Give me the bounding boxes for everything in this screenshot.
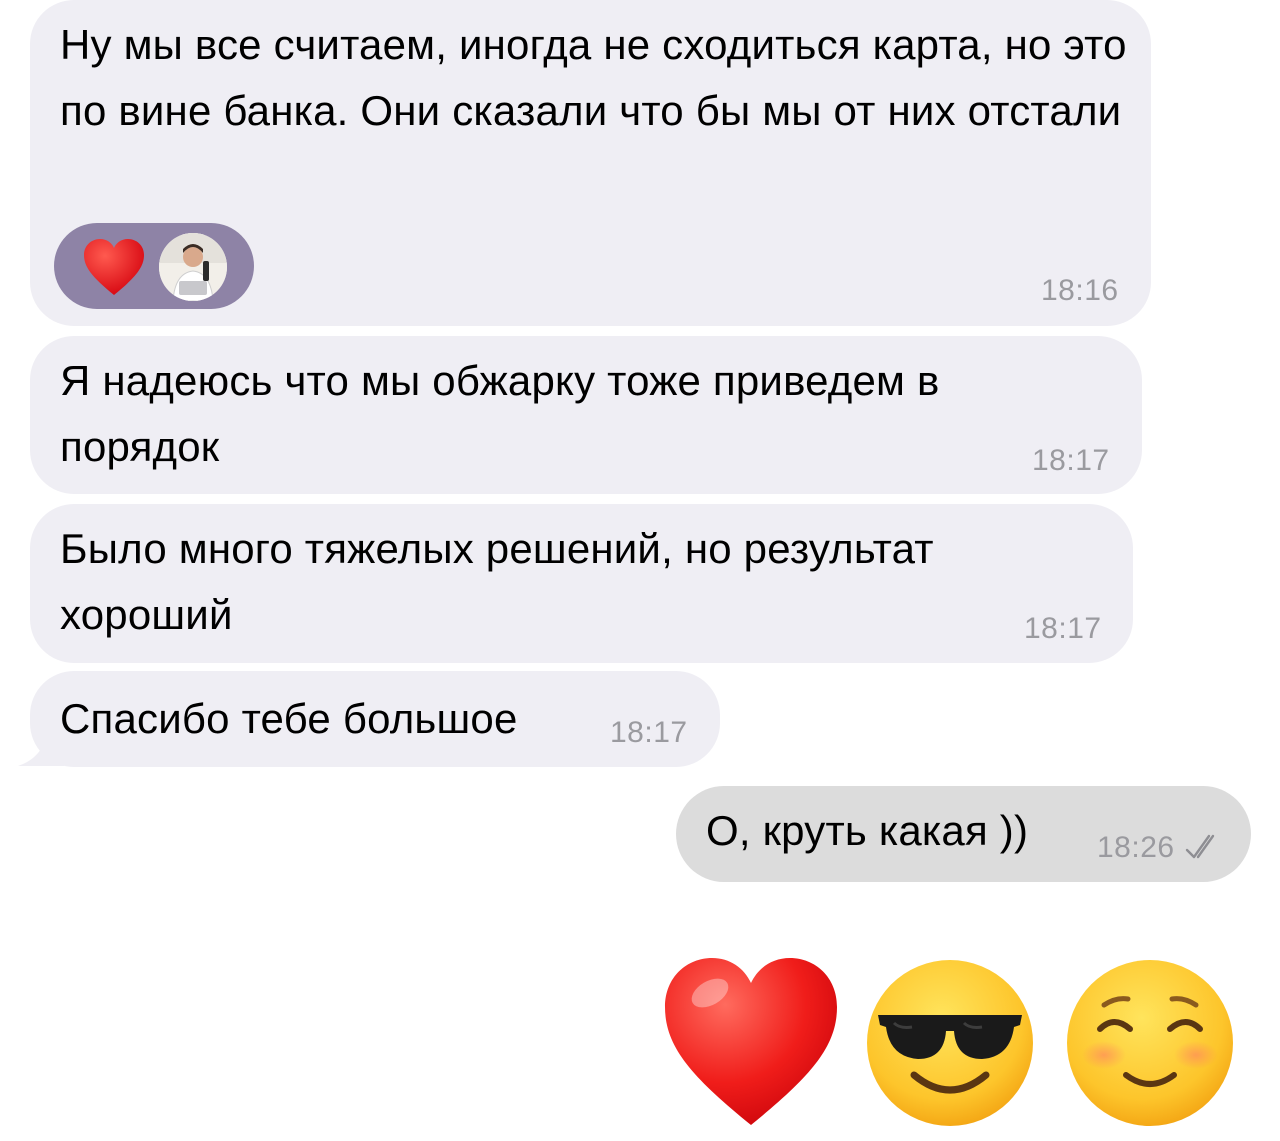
incoming-message-2[interactable]: Я надеюсь что мы обжарку тоже приведем в…	[30, 336, 1142, 494]
read-checkmarks-icon	[1185, 834, 1215, 859]
incoming-message-1[interactable]: Ну мы все считаем, иногда не сходиться к…	[30, 0, 1151, 326]
reactions-pill[interactable]	[54, 223, 254, 309]
message-text: О, круть какая ))	[706, 807, 1029, 854]
message-time: 18:17	[1024, 612, 1102, 645]
emoji-message[interactable]	[650, 945, 1260, 1135]
message-time: 18:26	[1097, 831, 1175, 864]
message-text: Было много тяжелых решений, но результат…	[60, 525, 934, 638]
message-time: 18:17	[1032, 444, 1110, 477]
message-text: Спасибо тебе большое	[60, 695, 518, 742]
message-time: 18:17	[610, 716, 688, 749]
outgoing-message[interactable]: О, круть какая )) 18:26	[676, 786, 1251, 882]
message-text: Я надеюсь что мы обжарку тоже приведем в…	[60, 357, 940, 470]
incoming-message-3[interactable]: Было много тяжелых решений, но результат…	[30, 504, 1133, 663]
heart-reaction-icon	[84, 239, 144, 295]
incoming-message-4[interactable]: Спасибо тебе большое 18:17	[30, 671, 720, 767]
message-time: 18:16	[1041, 274, 1119, 307]
red-heart-icon	[665, 958, 837, 1125]
reaction-avatar	[159, 233, 227, 301]
smiling-face-with-sunglasses-icon	[867, 960, 1033, 1126]
smiling-face-icon	[1067, 960, 1233, 1126]
message-text: Ну мы все считаем, иногда не сходиться к…	[60, 21, 1127, 134]
